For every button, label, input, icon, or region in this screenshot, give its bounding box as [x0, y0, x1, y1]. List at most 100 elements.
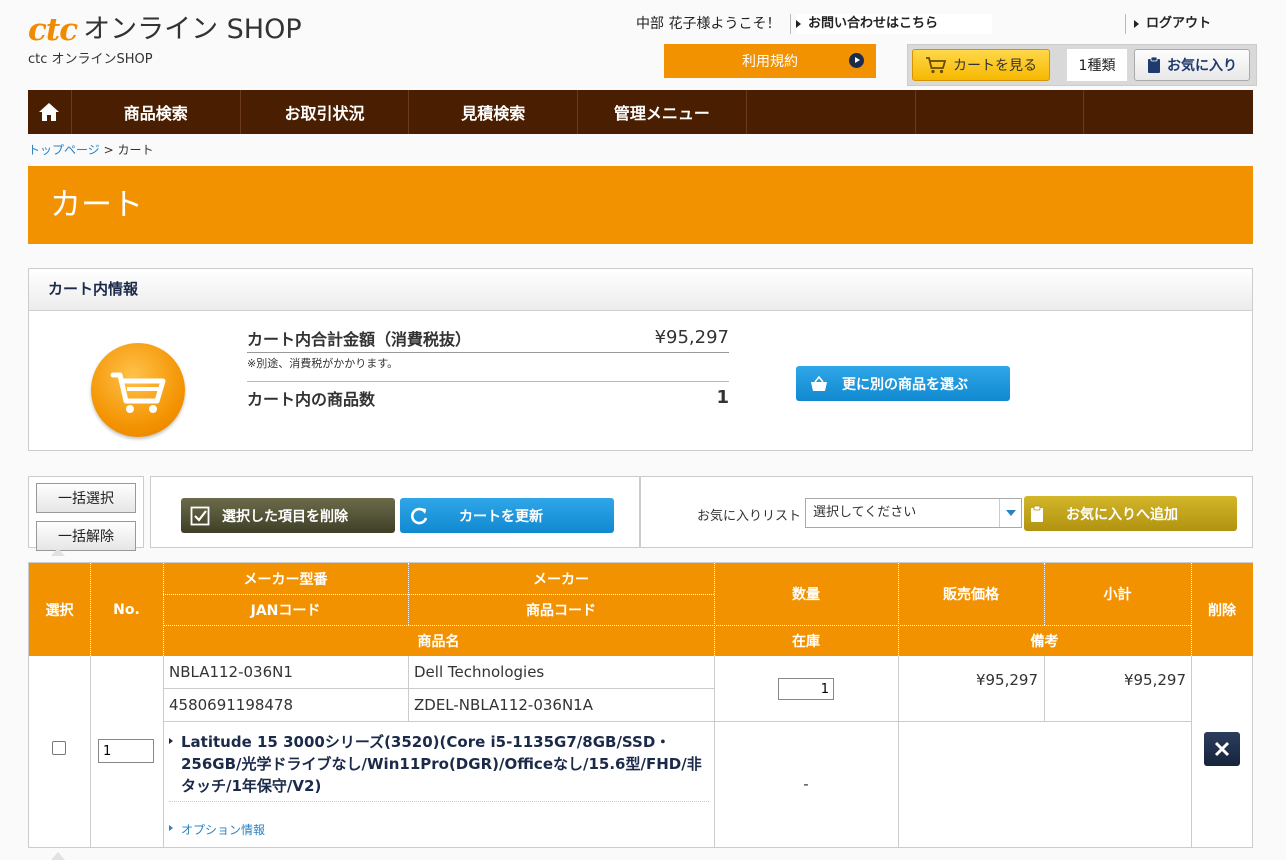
header-stock: 在庫 [714, 625, 898, 656]
divider [1191, 563, 1192, 656]
play-circle-icon [849, 53, 864, 68]
product-name-text: Latitude 15 3000シリーズ(3520)(Core i5-1135G… [181, 733, 702, 795]
delete-selected-label: 選択した項目を削除 [222, 508, 348, 525]
nav-admin-menu[interactable]: 管理メニュー [578, 90, 747, 134]
price-value: ¥95,297 [975, 671, 1038, 689]
stock-value: - [803, 775, 809, 793]
select-all-button[interactable]: 一括選択 [36, 483, 136, 513]
nav-transaction-status[interactable]: お取引状況 [241, 90, 410, 134]
select-other-products-button[interactable]: 更に別の商品を選ぶ [796, 366, 1010, 401]
site-logo[interactable]: ctc オンライン SHOP [28, 10, 302, 46]
cart-panel: カートを見る 1種類 お気に入り [907, 44, 1257, 86]
nav-home[interactable] [28, 90, 72, 134]
terms-button[interactable]: 利用規約 [664, 44, 876, 78]
nav-empty-1 [747, 90, 916, 134]
add-to-favorites-button[interactable]: お気に入りへ追加 [1024, 496, 1237, 531]
header-select: 選択 [29, 563, 90, 656]
product-code-value: ZDEL-NBLA112-036N1A [414, 696, 593, 714]
cart-total-label: カート内合計金額（消費税抜） [247, 329, 472, 349]
nav-empty-2 [916, 90, 1085, 134]
terms-button-label: 利用規約 [742, 54, 798, 70]
divider [1044, 563, 1045, 625]
close-icon [1214, 741, 1230, 757]
favorites-button[interactable]: お気に入り [1134, 49, 1250, 81]
delete-row-button[interactable] [1204, 732, 1240, 766]
option-info-label: オプション情報 [181, 823, 266, 837]
nav-empty-3 [1084, 90, 1253, 134]
favorites-list-box: お気に入りリスト 選択してください お気に入りへ追加 [640, 476, 1253, 548]
divider [163, 656, 164, 848]
chevron-down-icon [999, 499, 1021, 527]
cart-icon [926, 57, 947, 74]
divider [1191, 656, 1192, 848]
main-nav: 商品検索 お取引状況 見積検索 管理メニュー [28, 90, 1253, 134]
bulk-select-box: 一括選択 一括解除 [28, 476, 144, 551]
breadcrumb-separator: > [103, 143, 114, 157]
header-remarks: 備考 [898, 625, 1191, 656]
header-delete: 削除 [1191, 563, 1253, 656]
contact-link-label: お問い合わせはこちら [808, 16, 939, 31]
row-no-input[interactable] [98, 739, 154, 763]
cart-info-box: カート内情報 カート内合計金額（消費税抜） ¥95,297 ※別途、消費税がかか… [28, 268, 1253, 451]
divider [163, 563, 164, 656]
divider [163, 721, 1191, 722]
arrow-right-icon [169, 738, 173, 744]
cart-count-label: カート内の商品数 [247, 389, 376, 409]
header-product-code: 商品コード [408, 594, 714, 625]
pointer-notch [51, 852, 65, 860]
cart-total-value: ¥95,297 [654, 327, 729, 348]
cart-table: 選択 No. メーカー型番 メーカー JANコード 商品コード 商品名 数量 在… [28, 562, 1253, 848]
divider [90, 563, 91, 656]
divider [898, 563, 899, 656]
jan-code-value: 4580691198478 [169, 696, 294, 714]
view-cart-label: カートを見る [953, 58, 1037, 74]
favorites-select-value: 選択してください [813, 505, 917, 520]
row-select-checkbox[interactable] [52, 741, 66, 755]
header-divider [790, 14, 791, 34]
breadcrumb-home[interactable]: トップページ [28, 143, 100, 157]
header-jan-code: JANコード [163, 594, 408, 625]
refresh-icon [411, 507, 428, 524]
clipboard-icon [1148, 56, 1160, 73]
contact-link[interactable]: お問い合わせはこちら [796, 14, 992, 34]
header-product-name: 商品名 [163, 625, 714, 656]
nav-quote-search[interactable]: 見積検索 [409, 90, 579, 134]
favorites-button-label: お気に入り [1167, 58, 1237, 74]
breadcrumb: トップページ > カート [28, 141, 154, 158]
divider [714, 656, 715, 848]
welcome-message: 中部 花子様ようこそ！ [636, 16, 781, 32]
nav-product-search[interactable]: 商品検索 [72, 90, 241, 134]
deselect-all-button[interactable]: 一括解除 [36, 521, 136, 551]
header-divider [1125, 14, 1126, 34]
tax-note: ※別途、消費税がかかります。 [247, 357, 399, 370]
product-name-link[interactable]: Latitude 15 3000シリーズ(3520)(Core i5-1135G… [169, 731, 714, 797]
update-cart-button[interactable]: カートを更新 [400, 498, 614, 533]
arrow-right-icon [169, 825, 173, 831]
favorites-list-select[interactable]: 選択してください [805, 498, 1022, 528]
divider [714, 563, 715, 656]
cart-count: 1種類 [1067, 49, 1127, 81]
header-maker: メーカー [408, 563, 714, 594]
divider [163, 594, 714, 595]
quantity-input[interactable] [778, 678, 834, 700]
header-quantity: 数量 [714, 563, 898, 625]
logout-link[interactable]: ログアウト [1134, 14, 1211, 34]
add-to-favorites-label: お気に入りへ追加 [1066, 506, 1178, 523]
pointer-notch [51, 548, 65, 556]
subtotal-value: ¥95,297 [1123, 671, 1186, 689]
option-info-link[interactable]: オプション情報 [169, 821, 265, 838]
view-cart-button[interactable]: カートを見る [912, 49, 1050, 81]
logout-link-label: ログアウト [1146, 16, 1212, 31]
header-no: No. [90, 563, 163, 656]
sub-logo: ctc オンラインSHOP [28, 52, 153, 67]
header-price: 販売価格 [898, 563, 1044, 625]
logo-brand: ctc [28, 12, 78, 48]
divider [90, 656, 91, 848]
update-cart-label: カートを更新 [459, 508, 543, 525]
header-maker-model: メーカー型番 [163, 563, 408, 594]
cart-count-row: カート内の商品数 1 [247, 381, 729, 413]
basket-icon [811, 375, 827, 391]
favorites-list-label: お気に入りリスト [697, 509, 802, 524]
arrow-right-icon [1134, 20, 1139, 28]
delete-selected-button[interactable]: 選択した項目を削除 [181, 498, 395, 533]
